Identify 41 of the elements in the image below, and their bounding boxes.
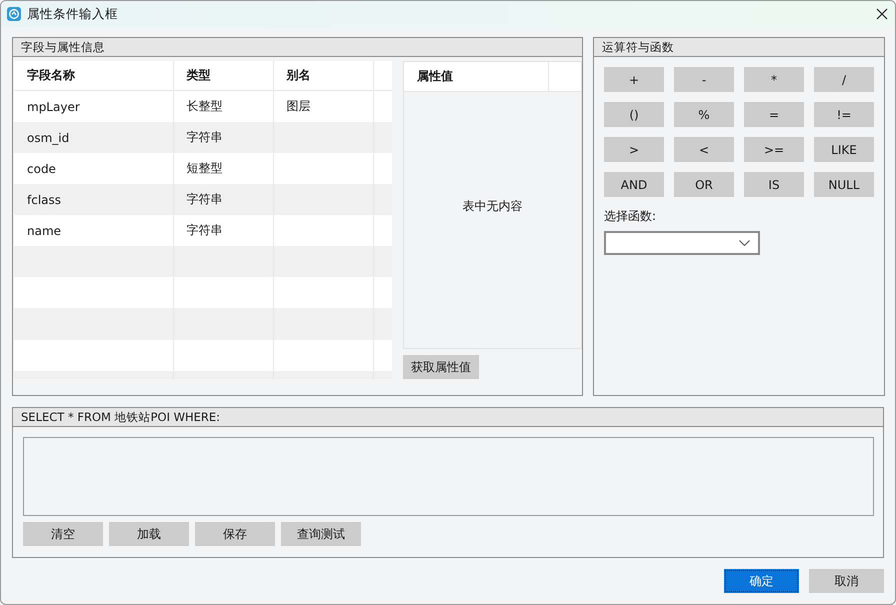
table-cell: 字符串: [173, 184, 273, 216]
table-cell: 字符串: [173, 122, 273, 154]
operator-button[interactable]: +: [604, 67, 664, 92]
get-values-button[interactable]: 获取属性值: [403, 355, 479, 379]
panel-title: 字段与属性信息: [13, 38, 582, 57]
empty-message: 表中无内容: [462, 198, 522, 214]
panel-title: SELECT * FROM 地铁站POI WHERE:: [13, 408, 883, 427]
chevron-down-icon: [739, 240, 750, 246]
query-input[interactable]: [23, 437, 874, 516]
dialog-button[interactable]: 确定: [724, 569, 799, 593]
column-header[interactable]: 别名: [273, 61, 373, 90]
column-header[interactable]: 字段名称: [14, 61, 173, 90]
panel-title: 运算符与函数: [594, 38, 884, 57]
dialog-button[interactable]: 取消: [809, 569, 884, 593]
operator-button[interactable]: !=: [814, 102, 874, 127]
table-cell: fclass: [14, 184, 173, 216]
operator-button[interactable]: =: [744, 102, 804, 127]
function-dropdown[interactable]: [604, 231, 760, 255]
operator-button[interactable]: OR: [674, 172, 734, 197]
operator-button[interactable]: (): [604, 102, 664, 127]
operator-button[interactable]: %: [674, 102, 734, 127]
query-button[interactable]: 查询测试: [281, 522, 361, 546]
window-title: 属性条件输入框: [27, 6, 119, 22]
operator-button[interactable]: AND: [604, 172, 664, 197]
operator-button[interactable]: /: [814, 67, 874, 92]
operator-button[interactable]: <: [674, 137, 734, 162]
column-header[interactable]: 类型: [173, 61, 273, 90]
query-button[interactable]: 清空: [23, 522, 103, 546]
operator-button[interactable]: -: [674, 67, 734, 92]
operator-button[interactable]: NULL: [814, 172, 874, 197]
operator-button[interactable]: LIKE: [814, 137, 874, 162]
table-cell: osm_id: [14, 122, 173, 154]
query-button[interactable]: 加载: [109, 522, 189, 546]
column-header: 属性值: [404, 62, 549, 91]
operator-button[interactable]: >=: [744, 137, 804, 162]
operator-button[interactable]: *: [744, 67, 804, 92]
operator-button[interactable]: IS: [744, 172, 804, 197]
query-button[interactable]: 保存: [195, 522, 275, 546]
function-label: 选择函数:: [604, 208, 658, 225]
operator-button[interactable]: >: [604, 137, 664, 162]
app-logo-icon: [7, 7, 21, 21]
